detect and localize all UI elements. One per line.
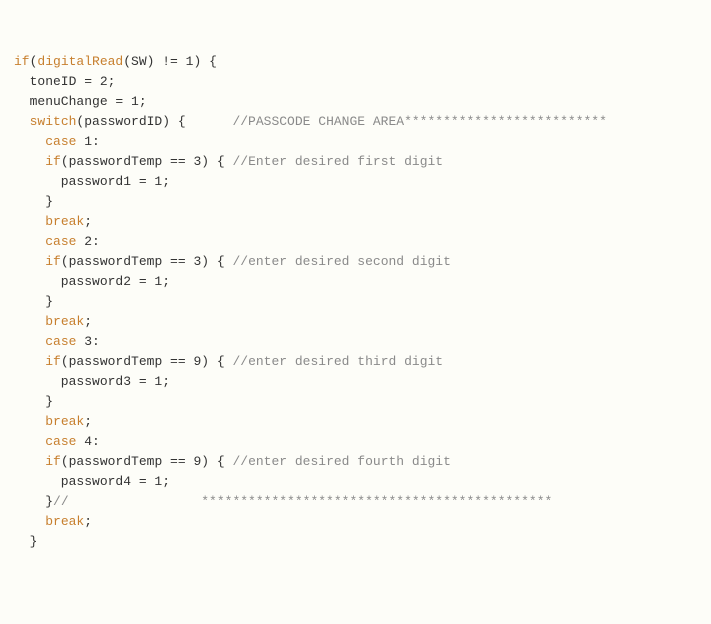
- code-text: (passwordTemp == 9) {: [61, 454, 233, 469]
- code-text: ;: [84, 214, 92, 229]
- indent: [14, 234, 45, 249]
- code-text: 3:: [76, 334, 99, 349]
- keyword-case: case: [45, 234, 76, 249]
- code-text: (passwordTemp == 3) {: [61, 154, 233, 169]
- line-21: if(passwordTemp == 9) { //enter desired …: [14, 454, 451, 469]
- keyword-break: break: [45, 414, 84, 429]
- line-20: case 4:: [14, 434, 100, 449]
- line-17: password3 = 1;: [14, 374, 170, 389]
- keyword-case: case: [45, 134, 76, 149]
- line-24: break;: [14, 514, 92, 529]
- indent: [14, 334, 45, 349]
- comment: //Enter desired first digit: [232, 154, 443, 169]
- indent: [14, 134, 45, 149]
- line-1: if(digitalRead(SW) != 1) {: [14, 54, 217, 69]
- code-text: (passwordID) {: [76, 114, 232, 129]
- keyword-if: if: [45, 254, 61, 269]
- line-4: switch(passwordID) { //PASSCODE CHANGE A…: [14, 114, 607, 129]
- line-9: break;: [14, 214, 92, 229]
- line-19: break;: [14, 414, 92, 429]
- code-text: ;: [84, 514, 92, 529]
- code-text: (SW) != 1) {: [123, 54, 217, 69]
- indent: [14, 434, 45, 449]
- indent: [14, 114, 30, 129]
- line-10: case 2:: [14, 234, 100, 249]
- indent: [14, 414, 45, 429]
- keyword-break: break: [45, 314, 84, 329]
- line-6: if(passwordTemp == 3) { //Enter desired …: [14, 154, 443, 169]
- code-text: }: [14, 494, 53, 509]
- comment: // *************************************…: [53, 494, 552, 509]
- keyword-switch: switch: [30, 114, 77, 129]
- indent: [14, 254, 45, 269]
- comment: //PASSCODE CHANGE AREA******************…: [232, 114, 606, 129]
- code-text: (passwordTemp == 3) {: [61, 254, 233, 269]
- code-text: (passwordTemp == 9) {: [61, 354, 233, 369]
- line-12: password2 = 1;: [14, 274, 170, 289]
- line-16: if(passwordTemp == 9) { //enter desired …: [14, 354, 443, 369]
- keyword-case: case: [45, 334, 76, 349]
- line-7: password1 = 1;: [14, 174, 170, 189]
- comment: //enter desired third digit: [232, 354, 443, 369]
- keyword-if: if: [45, 154, 61, 169]
- indent: [14, 354, 45, 369]
- line-15: case 3:: [14, 334, 100, 349]
- line-13: }: [14, 294, 53, 309]
- keyword-if: if: [14, 54, 30, 69]
- indent: [14, 314, 45, 329]
- code-text: 4:: [76, 434, 99, 449]
- line-5: case 1:: [14, 134, 100, 149]
- line-18: }: [14, 394, 53, 409]
- code-text: 1:: [76, 134, 99, 149]
- keyword-break: break: [45, 514, 84, 529]
- code-text: ;: [84, 414, 92, 429]
- code-text: ;: [84, 314, 92, 329]
- line-22: password4 = 1;: [14, 474, 170, 489]
- line-23: }// ************************************…: [14, 494, 552, 509]
- keyword-if: if: [45, 454, 61, 469]
- comment: //enter desired fourth digit: [232, 454, 450, 469]
- code-block: if(digitalRead(SW) != 1) { toneID = 2; m…: [14, 52, 697, 552]
- keyword-break: break: [45, 214, 84, 229]
- line-14: break;: [14, 314, 92, 329]
- line-2: toneID = 2;: [14, 74, 115, 89]
- function-call: digitalRead: [37, 54, 123, 69]
- indent: [14, 154, 45, 169]
- indent: [14, 454, 45, 469]
- keyword-case: case: [45, 434, 76, 449]
- keyword-if: if: [45, 354, 61, 369]
- line-11: if(passwordTemp == 3) { //enter desired …: [14, 254, 451, 269]
- line-3: menuChange = 1;: [14, 94, 147, 109]
- comment: //enter desired second digit: [232, 254, 450, 269]
- line-25: }: [14, 534, 37, 549]
- indent: [14, 214, 45, 229]
- indent: [14, 514, 45, 529]
- line-8: }: [14, 194, 53, 209]
- code-text: 2:: [76, 234, 99, 249]
